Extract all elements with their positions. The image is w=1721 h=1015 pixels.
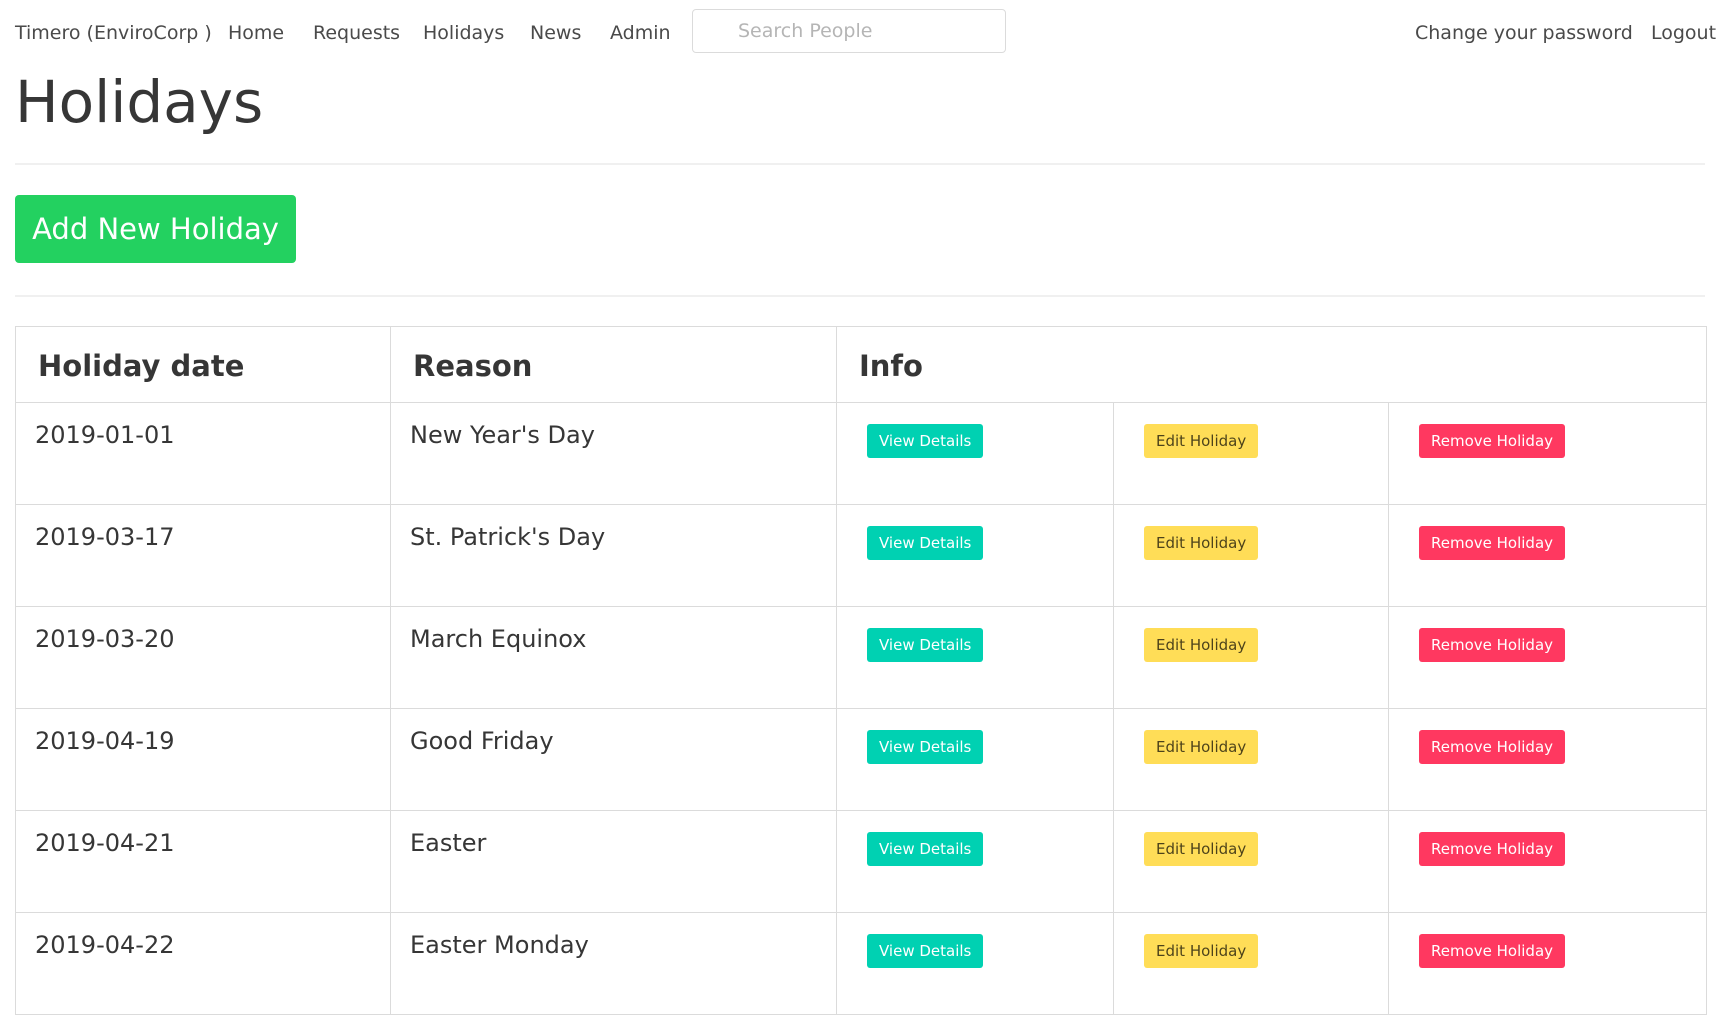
section-divider bbox=[15, 295, 1705, 297]
view-details-button[interactable]: View Details bbox=[867, 934, 984, 968]
holiday-reason-cell: Easter bbox=[390, 810, 837, 913]
nav-link-news[interactable]: News bbox=[530, 20, 581, 46]
table-row: 2019-03-20 March Equinox View Details Edit … bbox=[15, 606, 1707, 709]
top-navbar: Timero (EnviroCorp ) Home Requests Holid… bbox=[0, 0, 1721, 66]
holiday-date-cell: 2019-04-21 bbox=[15, 810, 391, 913]
holiday-reason-cell: New Year's Day bbox=[390, 402, 837, 505]
view-action-cell: View Details bbox=[836, 912, 1114, 1015]
holiday-reason-cell: St. Patrick's Day bbox=[390, 504, 837, 607]
remove-holiday-button[interactable]: Remove Holiday bbox=[1419, 832, 1566, 866]
column-header-holiday-date: Holiday date bbox=[15, 326, 391, 403]
table-row: 2019-03-17 St. Patrick's Day View Details E… bbox=[15, 504, 1707, 607]
table-header-row: Holiday date Reason Info bbox=[15, 326, 1707, 403]
edit-holiday-button[interactable]: Edit Holiday bbox=[1144, 730, 1259, 764]
edit-action-cell: Edit Holiday bbox=[1113, 810, 1389, 913]
holiday-date-cell: 2019-03-17 bbox=[15, 504, 391, 607]
edit-holiday-button[interactable]: Edit Holiday bbox=[1144, 424, 1259, 458]
remove-action-cell: Remove Holiday bbox=[1388, 810, 1707, 913]
add-new-holiday-button[interactable]: Add New Holiday bbox=[15, 195, 296, 263]
title-divider bbox=[15, 163, 1705, 165]
remove-action-cell: Remove Holiday bbox=[1388, 402, 1707, 505]
change-password-link[interactable]: Change your password bbox=[1415, 20, 1633, 46]
view-details-button[interactable]: View Details bbox=[867, 628, 984, 662]
table-body: 2019-01-01 New Year's Day View Details Edit… bbox=[15, 402, 1707, 1015]
nav-link-admin[interactable]: Admin bbox=[610, 20, 671, 46]
search-people-input[interactable] bbox=[692, 9, 1006, 53]
holiday-date-cell: 2019-04-22 bbox=[15, 912, 391, 1015]
edit-action-cell: Edit Holiday bbox=[1113, 708, 1389, 811]
logout-link[interactable]: Logout bbox=[1651, 20, 1716, 46]
view-action-cell: View Details bbox=[836, 606, 1114, 709]
holiday-date-cell: 2019-04-19 bbox=[15, 708, 391, 811]
column-header-info: Info bbox=[836, 326, 1707, 403]
holiday-reason-cell: Easter Monday bbox=[390, 912, 837, 1015]
view-details-button[interactable]: View Details bbox=[867, 526, 984, 560]
edit-action-cell: Edit Holiday bbox=[1113, 402, 1389, 505]
remove-action-cell: Remove Holiday bbox=[1388, 504, 1707, 607]
remove-action-cell: Remove Holiday bbox=[1388, 912, 1707, 1015]
edit-action-cell: Edit Holiday bbox=[1113, 912, 1389, 1015]
edit-holiday-button[interactable]: Edit Holiday bbox=[1144, 628, 1259, 662]
holiday-date-cell: 2019-01-01 bbox=[15, 402, 391, 505]
view-action-cell: View Details bbox=[836, 504, 1114, 607]
remove-holiday-button[interactable]: Remove Holiday bbox=[1419, 526, 1566, 560]
holiday-reason-cell: March Equinox bbox=[390, 606, 837, 709]
view-action-cell: View Details bbox=[836, 708, 1114, 811]
table-row: 2019-01-01 New Year's Day View Details Edit… bbox=[15, 402, 1707, 505]
view-action-cell: View Details bbox=[836, 810, 1114, 913]
remove-holiday-button[interactable]: Remove Holiday bbox=[1419, 628, 1566, 662]
remove-action-cell: Remove Holiday bbox=[1388, 708, 1707, 811]
edit-action-cell: Edit Holiday bbox=[1113, 606, 1389, 709]
nav-link-holidays[interactable]: Holidays bbox=[423, 20, 504, 46]
edit-holiday-button[interactable]: Edit Holiday bbox=[1144, 934, 1259, 968]
table-row: 2019-04-21 Easter View Details Edit Holiday… bbox=[15, 810, 1707, 913]
brand-label[interactable]: Timero (EnviroCorp ) bbox=[15, 20, 212, 46]
holiday-date-cell: 2019-03-20 bbox=[15, 606, 391, 709]
view-details-button[interactable]: View Details bbox=[867, 730, 984, 764]
edit-holiday-button[interactable]: Edit Holiday bbox=[1144, 832, 1259, 866]
view-details-button[interactable]: View Details bbox=[867, 424, 984, 458]
remove-holiday-button[interactable]: Remove Holiday bbox=[1419, 730, 1566, 764]
remove-action-cell: Remove Holiday bbox=[1388, 606, 1707, 709]
page-title: Holidays bbox=[15, 68, 264, 136]
edit-action-cell: Edit Holiday bbox=[1113, 504, 1389, 607]
view-details-button[interactable]: View Details bbox=[867, 832, 984, 866]
column-header-reason: Reason bbox=[390, 326, 837, 403]
nav-link-requests[interactable]: Requests bbox=[313, 20, 400, 46]
holiday-reason-cell: Good Friday bbox=[390, 708, 837, 811]
remove-holiday-button[interactable]: Remove Holiday bbox=[1419, 934, 1566, 968]
view-action-cell: View Details bbox=[836, 402, 1114, 505]
table-row: 2019-04-22 Easter Monday View Details Edit … bbox=[15, 912, 1707, 1015]
remove-holiday-button[interactable]: Remove Holiday bbox=[1419, 424, 1566, 458]
table-row: 2019-04-19 Good Friday View Details Edit Ho… bbox=[15, 708, 1707, 811]
holidays-table: Holiday date Reason Info 2019-01-01 New Y… bbox=[15, 326, 1707, 1015]
nav-link-home[interactable]: Home bbox=[228, 20, 284, 46]
edit-holiday-button[interactable]: Edit Holiday bbox=[1144, 526, 1259, 560]
